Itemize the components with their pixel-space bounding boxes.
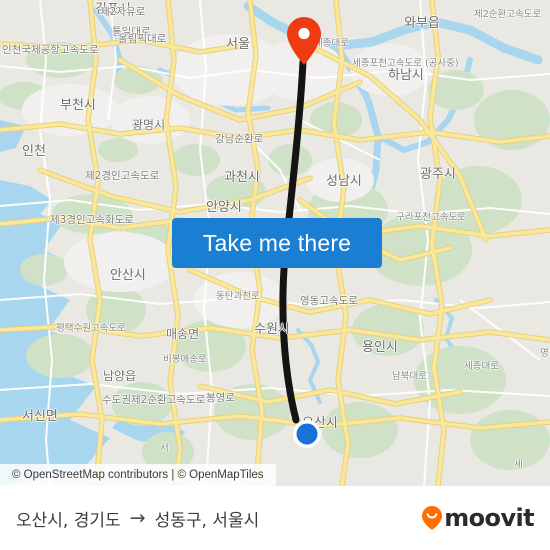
take-me-there-button[interactable]: Take me there: [172, 218, 382, 268]
arrow-right-icon: →: [129, 506, 146, 529]
location-dot-icon[interactable]: [292, 419, 322, 449]
route-summary: 오산시, 경기도 → 성동구, 서울시: [16, 506, 259, 531]
map-canvas[interactable]: 인천국제공항고속도로 김포시 제2자유로 통일대로 올림픽대로 부천시 광명시 인천 제2경인고…: [0, 0, 550, 486]
map-attribution[interactable]: © OpenStreetMap contributors | © OpenMap…: [0, 464, 276, 486]
moovit-wordmark: moovit: [444, 504, 534, 532]
route-origin-label: 오산시, 경기도: [16, 510, 121, 531]
moovit-route-card: 인천국제공항고속도로 김포시 제2자유로 통일대로 올림픽대로 부천시 광명시 인천 제2경인고…: [0, 0, 550, 550]
route-destination-label: 성동구, 서울시: [154, 510, 260, 531]
moovit-logo[interactable]: moovit: [421, 504, 535, 532]
footer-bar: 오산시, 경기도 → 성동구, 서울시 moovit: [0, 486, 550, 550]
map-pin-icon[interactable]: [286, 16, 322, 66]
moovit-pin-icon: [422, 506, 443, 530]
